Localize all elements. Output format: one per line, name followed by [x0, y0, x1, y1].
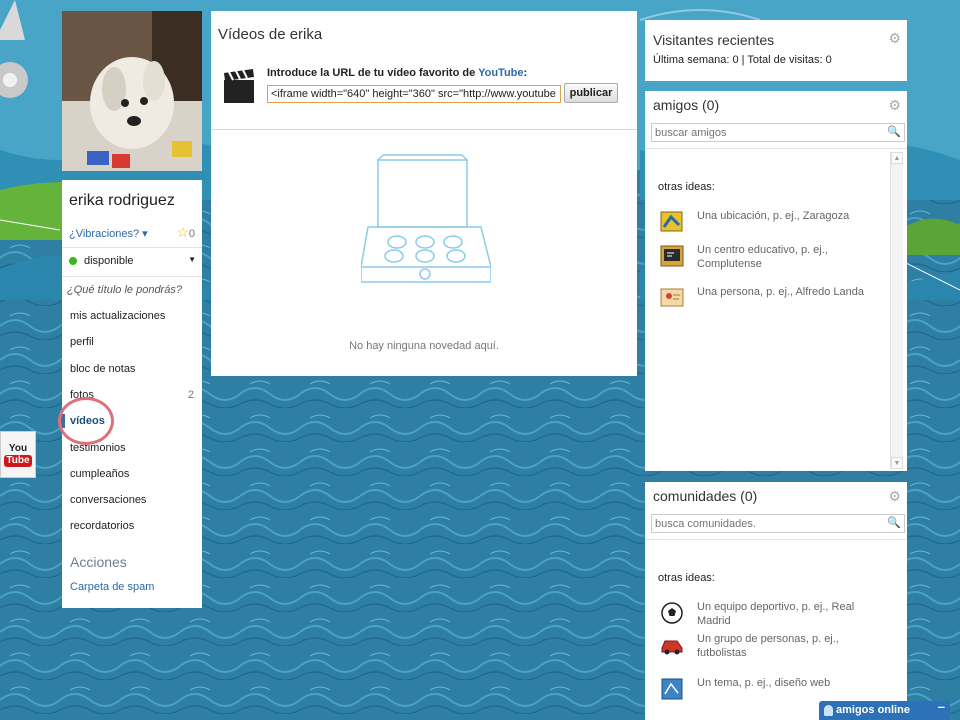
- chalkboard-icon: [660, 245, 684, 267]
- nav-conversaciones[interactable]: conversaciones: [70, 490, 194, 510]
- friends-search-input[interactable]: [651, 123, 905, 142]
- idea-text: Una ubicación, p. ej., Zaragoza: [697, 210, 850, 222]
- recent-visitors-box: Visitantes recientes ⚙ Última semana: 0 …: [645, 20, 907, 81]
- nav-label: conversaciones: [70, 494, 147, 506]
- dog-photo-icon: [62, 11, 202, 171]
- communities-ideas-title: otras ideas:: [658, 572, 715, 584]
- chat-person-icon: [824, 705, 833, 716]
- idea-text: Un centro educativo, p. ej., Complutense: [697, 244, 828, 270]
- communities-idea-team[interactable]: Un equipo deportivo, p. ej., Real Madrid: [659, 600, 884, 630]
- url-prompt-text: Introduce la URL de tu vídeo favorito de: [267, 67, 479, 79]
- online-status-icon: [69, 257, 77, 266]
- nav-cumpleanos[interactable]: cumpleaños: [70, 464, 194, 484]
- blueprint-icon: [661, 678, 683, 700]
- nav-bloc-de-notas[interactable]: bloc de notas: [70, 359, 194, 379]
- chevron-down-icon: ▼: [188, 255, 196, 264]
- communities-box: comunidades (0) ⚙ 🔍 otras ideas: Un equi…: [645, 482, 907, 720]
- nav-perfil[interactable]: perfil: [70, 332, 194, 352]
- gear-icon[interactable]: ⚙: [888, 97, 901, 114]
- youtube-icon: You Tube: [4, 442, 32, 467]
- actions-heading: Acciones: [70, 554, 127, 570]
- active-indicator: [62, 414, 65, 428]
- profile-sidebar: erika rodriguez ¿Vibraciones? ▾ ☆0 dispo…: [62, 180, 202, 608]
- online-friends-label: amigos online: [836, 704, 910, 716]
- nav-mis-actualizaciones[interactable]: mis actualizaciones: [70, 306, 194, 326]
- profile-photo[interactable]: [62, 11, 202, 171]
- spam-folder-link[interactable]: Carpeta de spam: [70, 581, 154, 593]
- friends-scrollbar[interactable]: ▲ ▼: [890, 152, 903, 469]
- divider: [645, 539, 907, 540]
- nav-label: recordatorios: [70, 520, 135, 532]
- car-icon: [661, 640, 683, 655]
- title-prompt[interactable]: ¿Qué título le pondrás?: [67, 284, 182, 296]
- youtube-tube-text: Tube: [4, 454, 32, 467]
- nav-label: testimonios: [70, 442, 126, 454]
- online-friends-bar[interactable]: amigos online –: [819, 699, 950, 720]
- friends-idea-location[interactable]: Una ubicación, p. ej., Zaragoza: [659, 209, 884, 239]
- star-rating[interactable]: ☆0: [176, 224, 195, 241]
- scroll-down-icon[interactable]: ▼: [891, 457, 903, 469]
- nav-label: mis actualizaciones: [70, 310, 166, 322]
- profile-name: erika rodriguez: [69, 192, 175, 209]
- nav-label: bloc de notas: [70, 363, 136, 375]
- nav-fotos[interactable]: fotos 2: [70, 385, 194, 405]
- friends-ideas-title: otras ideas:: [658, 181, 715, 193]
- nav-testimonios[interactable]: testimonios: [70, 438, 194, 458]
- idea-text: Un equipo deportivo, p. ej., Real Madrid: [697, 601, 855, 627]
- nav-label: perfil: [70, 336, 94, 348]
- url-prompt: Introduce la URL de tu vídeo favorito de…: [267, 67, 527, 79]
- gear-icon[interactable]: ⚙: [888, 30, 901, 47]
- clapperboard-icon: [224, 69, 254, 103]
- video-url-input[interactable]: [267, 85, 561, 103]
- visitors-stats: Última semana: 0 | Total de visitas: 0: [653, 54, 832, 66]
- communities-search-input[interactable]: [651, 514, 905, 533]
- publish-button[interactable]: publicar: [564, 83, 618, 103]
- communities-idea-group[interactable]: Un grupo de personas, p. ej., futbolista…: [659, 632, 884, 664]
- search-icon[interactable]: 🔍: [887, 125, 901, 138]
- friends-idea-person[interactable]: Una persona, p. ej., Alfredo Landa: [659, 285, 884, 315]
- minimize-icon[interactable]: –: [938, 699, 945, 714]
- friends-idea-school[interactable]: Un centro educativo, p. ej., Complutense: [659, 243, 884, 275]
- divider: [645, 148, 907, 149]
- youtube-link[interactable]: YouTube: [478, 67, 523, 79]
- friends-title: amigos (0): [653, 97, 720, 113]
- divider: [62, 276, 202, 277]
- url-prompt-end: :: [523, 67, 528, 79]
- vibrations-link[interactable]: ¿Vibraciones? ▾: [69, 227, 148, 240]
- soccer-ball-icon: [661, 602, 683, 624]
- youtube-you-text: You: [8, 442, 28, 454]
- status-selector[interactable]: disponible ▼: [69, 255, 196, 267]
- nav-count: 2: [187, 389, 194, 401]
- empty-box-icon: [361, 154, 491, 283]
- divider: [211, 129, 637, 130]
- map-icon: [660, 211, 683, 232]
- nav-label: fotos: [70, 389, 94, 401]
- idea-text: Un tema, p. ej., diseño web: [697, 677, 831, 689]
- star-count: 0: [188, 228, 195, 240]
- divider: [62, 247, 202, 248]
- search-icon[interactable]: 🔍: [887, 516, 901, 529]
- communities-title: comunidades (0): [653, 488, 758, 504]
- idea-text: Una persona, p. ej., Alfredo Landa: [697, 286, 864, 298]
- youtube-side-logo[interactable]: You Tube: [0, 431, 36, 478]
- page-title: Vídeos de erika: [218, 26, 323, 43]
- gear-icon[interactable]: ⚙: [888, 488, 901, 505]
- friends-box: amigos (0) ⚙ 🔍 ▲ ▼ otras ideas: Una ubic…: [645, 91, 907, 471]
- nav-label: vídeos: [70, 415, 105, 427]
- idea-text: Un grupo de personas, p. ej., futbolista…: [697, 633, 839, 659]
- star-icon: ☆: [176, 224, 189, 240]
- nav-videos[interactable]: vídeos: [70, 411, 194, 431]
- visitors-title: Visitantes recientes: [653, 32, 775, 48]
- nav-label: cumpleaños: [70, 468, 130, 480]
- nav-recordatorios[interactable]: recordatorios: [70, 516, 194, 536]
- person-card-icon: [660, 288, 684, 307]
- status-label: disponible: [84, 255, 134, 267]
- scroll-up-icon[interactable]: ▲: [891, 152, 903, 164]
- empty-state-message: No hay ninguna novedad aquí.: [349, 340, 499, 352]
- videos-panel: Vídeos de erika Introduce la URL de tu v…: [211, 11, 637, 376]
